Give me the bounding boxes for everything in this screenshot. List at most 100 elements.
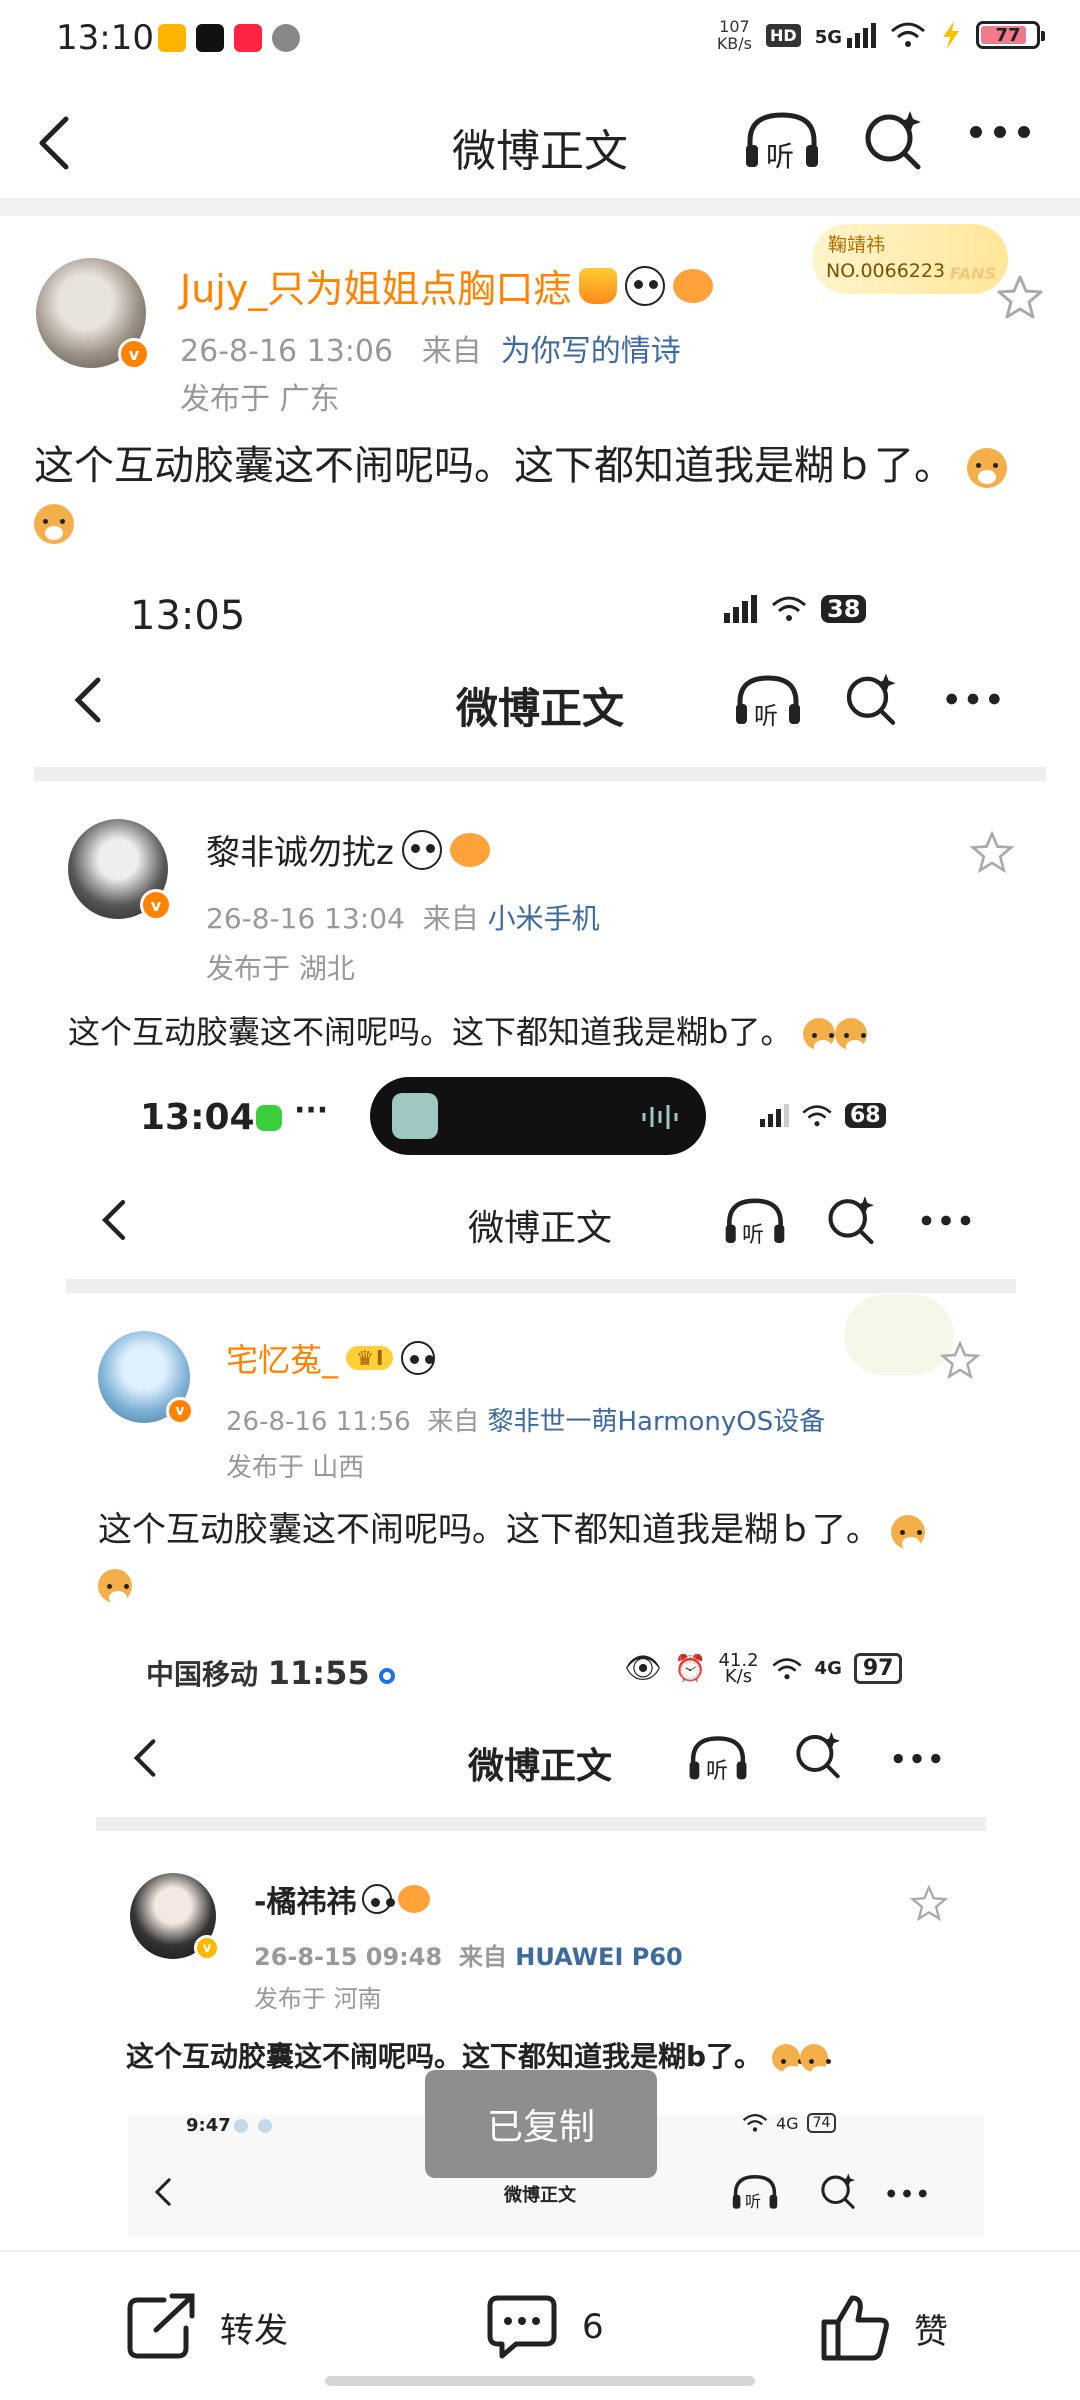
post-content-text: 这个互动胶囊这不闹呢吗。这下都知道我是糊ｂ了。 bbox=[34, 443, 954, 489]
search-sparkle-icon bbox=[846, 673, 896, 725]
post-date: 26-8-16 13:04 bbox=[206, 902, 405, 935]
network-speed-unit: KB/s bbox=[716, 34, 753, 53]
fish-badge-icon bbox=[673, 268, 714, 303]
wifi-icon bbox=[772, 596, 806, 621]
listen-button: 听 bbox=[686, 1731, 750, 1785]
listen-label: 听 bbox=[766, 140, 795, 173]
crown-badge-icon bbox=[579, 267, 618, 304]
verified-badge-icon: v bbox=[166, 1397, 194, 1425]
location-dot-icon bbox=[379, 1668, 396, 1684]
dog-emoji-icon bbox=[890, 1514, 925, 1551]
username[interactable]: Jujy_只为姐姐点胸口痣 bbox=[180, 258, 714, 313]
source-prefix: 来自 bbox=[458, 1943, 507, 1971]
avatar[interactable]: v bbox=[36, 258, 150, 370]
panda-badge-icon bbox=[401, 829, 442, 870]
comment-icon bbox=[487, 2295, 557, 2359]
listen-label: 听 bbox=[745, 2192, 762, 2211]
favorite-star-icon[interactable] bbox=[996, 274, 1044, 320]
network-type: 4G bbox=[776, 2113, 799, 2133]
comment-count: 6 bbox=[582, 2307, 604, 2347]
repost-button[interactable]: 转发 bbox=[124, 2292, 288, 2362]
post-meta: 26-8-16 13:06 来自 为你写的情诗 bbox=[180, 326, 681, 370]
nested-status-icons: 4G 74 bbox=[742, 2113, 837, 2133]
level-badge-icon: ♛ I bbox=[346, 1346, 394, 1370]
top-nav-bar: 微博正文 听 bbox=[0, 85, 1080, 195]
fan-badge-name: 鞠靖祎 bbox=[828, 234, 886, 256]
fish-badge-icon bbox=[398, 1885, 431, 1913]
panda-badge-icon bbox=[625, 265, 666, 306]
nested-time: 13:04 bbox=[140, 1097, 255, 1138]
avatar: v bbox=[98, 1331, 194, 1425]
content-text: 这个互动胶囊这不闹呢吗。这下都知道我是糊ｂ了。 bbox=[98, 1510, 880, 1550]
battery-icon: 74 bbox=[806, 2113, 837, 2133]
wifi-icon bbox=[742, 2114, 768, 2132]
listen-label: 听 bbox=[706, 1759, 729, 1784]
home-indicator[interactable] bbox=[325, 2376, 755, 2386]
battery-icon: 77 bbox=[976, 21, 1045, 49]
comment-button[interactable]: 6 bbox=[484, 2292, 604, 2362]
search-sparkle-icon[interactable] bbox=[860, 107, 926, 173]
wifi-icon bbox=[891, 22, 925, 47]
post-date: 26-8-15 09:48 bbox=[254, 1943, 443, 1971]
username-text: -橘祎祎 bbox=[254, 1885, 357, 1920]
douyin-app-icon bbox=[196, 24, 224, 52]
listen-button[interactable]: 听 bbox=[742, 105, 822, 175]
network-type: 5G bbox=[814, 26, 842, 48]
nested-content: 这个互动胶囊这不闹呢吗。这下都知道我是糊b了。 bbox=[126, 2035, 829, 2080]
verified-badge-icon: v bbox=[194, 1935, 220, 1961]
listen-button: 听 bbox=[730, 2171, 780, 2213]
post-date: 26-8-16 13:06 bbox=[180, 334, 394, 369]
wifi-icon bbox=[802, 1104, 832, 1126]
nested-meta: 26-8-15 09:48 来自 HUAWEI P60 bbox=[254, 1937, 683, 1972]
post-source: 黎非世一萌HarmonyOS设备 bbox=[487, 1407, 826, 1437]
signal-icon bbox=[724, 595, 757, 623]
more-options-icon[interactable] bbox=[968, 123, 1032, 141]
network-type: 4G bbox=[814, 1658, 842, 1679]
charging-icon bbox=[943, 21, 959, 49]
like-button[interactable]: 赞 bbox=[818, 2292, 948, 2364]
nested-meta: 26-8-16 13:04 来自 小米手机 bbox=[206, 897, 600, 937]
dog-emoji-icon bbox=[799, 2044, 829, 2080]
content-text: 这个互动胶囊这不闹呢吗。这下都知道我是糊b了。 bbox=[68, 1013, 793, 1051]
more-options-icon bbox=[887, 2189, 927, 2198]
network-speed-value: 107 bbox=[719, 17, 750, 36]
nested-location: 发布于 山西 bbox=[226, 1453, 365, 1483]
repost-icon bbox=[127, 2293, 195, 2359]
listen-button: 听 bbox=[732, 670, 804, 730]
nested-meta: 26-8-16 11:56 来自 黎非世一萌HarmonyOS设备 bbox=[226, 1401, 825, 1438]
carrier-text: 中国移动 bbox=[146, 1658, 259, 1691]
nested-location: 发布于 河南 bbox=[254, 1985, 382, 2013]
back-arrow-icon bbox=[154, 2178, 171, 2206]
dog-emoji-icon bbox=[34, 504, 74, 544]
nested-status-icons: 68 bbox=[760, 1103, 886, 1128]
username-text: Jujy_只为姐姐点胸口痣 bbox=[180, 267, 572, 311]
eye-icon: 👁 bbox=[624, 1651, 663, 1686]
nested-time: 13:05 bbox=[130, 593, 246, 639]
post-source: 小米手机 bbox=[487, 902, 600, 935]
nested-location: 发布于 湖北 bbox=[206, 952, 355, 985]
bottom-toolbar: 转发 6 赞 bbox=[0, 2250, 1080, 2400]
network-speed: 41.2 K/s bbox=[718, 1651, 758, 1687]
xiaohongshu-app-icon bbox=[234, 24, 262, 52]
fan-badge[interactable]: 鞠靖祎 NO.0066223 FANS bbox=[812, 224, 1008, 294]
nested-status-icons: 👁 ⏰ 41.2 K/s 4G 97 bbox=[624, 1651, 903, 1687]
source-prefix: 来自 bbox=[422, 902, 479, 935]
username-text: 黎非诚勿扰z bbox=[206, 833, 394, 873]
header-divider bbox=[0, 198, 1080, 216]
dog-emoji-icon bbox=[771, 2044, 801, 2080]
search-sparkle-icon bbox=[828, 1196, 874, 1245]
post-date: 26-8-16 11:56 bbox=[226, 1407, 411, 1437]
music-cover bbox=[392, 1093, 438, 1139]
waveform-icon bbox=[642, 1105, 678, 1129]
post-content: 这个互动胶囊这不闹呢吗。这下都知道我是糊ｂ了。 bbox=[34, 438, 1044, 550]
post-source-link[interactable]: 为你写的情诗 bbox=[501, 334, 681, 369]
battery-icon: 68 bbox=[845, 1103, 886, 1128]
more-options-icon bbox=[946, 693, 1000, 705]
search-sparkle-icon bbox=[821, 2173, 855, 2209]
nested-content: 这个互动胶囊这不闹呢吗。这下都知道我是糊ｂ了。 bbox=[98, 1503, 1018, 1611]
wifi-icon bbox=[771, 1657, 802, 1679]
network-speed-unit: K/s bbox=[724, 1665, 753, 1687]
post-image[interactable]: 13:05 38 微博正文 听 v 黎非诚勿扰z 26-8-16 13:04 来… bbox=[34, 575, 1046, 2240]
favorite-star-icon bbox=[910, 1885, 948, 1921]
battery-icon: 38 bbox=[821, 595, 867, 623]
